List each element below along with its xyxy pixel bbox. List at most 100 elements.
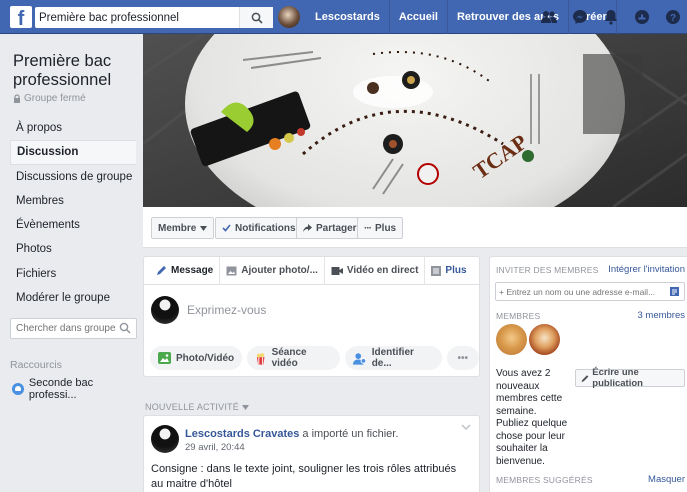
tab-live-video[interactable]: Vidéo en direct [325,256,426,285]
sidebar-item-group-chats[interactable]: Discussions de groupe [10,165,136,189]
sidebar-item-photos[interactable]: Photos [10,237,136,261]
share-button-label: Partager [316,222,357,234]
search-icon[interactable] [119,322,131,334]
live-video-icon [331,266,343,275]
post-author-name[interactable]: Lescostards Cravates [185,428,299,440]
search-button[interactable] [239,7,273,28]
more-button[interactable]: ··· Plus [357,217,404,239]
tab-message[interactable]: Message [150,256,221,285]
help-icon[interactable]: ? [664,8,682,26]
group-actions-bar: Membre Notifications Partager ··· Plus [143,207,687,248]
popcorn-icon [257,352,265,365]
tab-live-video-label: Vidéo en direct [346,265,419,276]
member-button-label: Membre [158,222,197,234]
search-box [35,7,273,28]
member-avatar[interactable] [529,324,560,355]
sidebar-item-events[interactable]: Évènements [10,213,136,237]
feed-post: Lescostards Cravates a importé un fichie… [143,415,480,492]
profile-avatar[interactable] [278,6,300,28]
more-options-icon: ••• [457,352,469,364]
suggested-members-heading: MEMBRES SUGGÉRÉS [496,475,593,485]
group-search-box [10,318,137,339]
invite-input[interactable] [499,283,661,300]
search-icon [251,12,263,24]
post-timestamp[interactable]: 29 avril, 20:44 [185,442,245,453]
members-count-link[interactable]: 3 membres [637,310,685,321]
group-navigation: À propos Discussion Discussions de group… [10,116,136,310]
tab-add-photo-label: Ajouter photo/... [241,265,318,276]
composer-actions: Photo/Vidéo Séance vidéo Identifier de..… [150,346,479,370]
member-button[interactable]: Membre [151,217,215,239]
notifications-icon[interactable] [602,8,620,26]
invite-box [495,282,685,301]
activity-sort-label: NOUVELLE ACTIVITÉ [145,402,239,412]
composer-tabs: Message Ajouter photo/... Vidéo en direc… [144,256,479,285]
cover-photo[interactable]: TCAP [143,34,687,207]
pencil-icon [157,266,166,275]
group-icon [12,383,24,395]
notifications-button-label: Notifications [235,222,296,234]
top-navigation-bar: f Lescostards Accueil Retrouver des amis… [0,0,687,34]
composer-placeholder: Exprimez-vous [187,303,267,317]
shortcuts-heading: Raccourcis [10,359,62,371]
top-icons: ? [540,8,682,26]
sidebar-item-discussion[interactable]: Discussion [10,140,136,165]
composer-input-area[interactable]: Exprimez-vous [151,296,266,324]
sidebar-item-moderate[interactable]: Modérer le groupe [10,286,136,310]
group-title[interactable]: Première bac professionnel [13,52,138,90]
dropdown-caret-icon [200,225,208,231]
video-session-button[interactable]: Séance vidéo [247,346,341,370]
checkmark-icon [222,224,231,232]
members-heading: MEMBRES [496,311,541,321]
tab-add-photo[interactable]: Ajouter photo/... [220,256,325,285]
user-avatar [151,296,179,324]
nav-profile-link[interactable]: Lescostards [306,0,390,34]
photo-video-button[interactable]: Photo/Vidéo [150,346,243,370]
invite-members-heading: INVITER DES MEMBRES [496,265,599,275]
share-arrow-icon [303,224,312,232]
tab-message-label: Message [171,265,214,276]
friends-icon[interactable] [540,8,558,26]
video-session-label: Séance vidéo [271,347,307,369]
tab-more-label: Plus [445,265,467,276]
notifications-button[interactable]: Notifications [215,217,303,239]
activity-sort[interactable]: NOUVELLE ACTIVITÉ [145,402,249,412]
search-input[interactable] [35,7,235,28]
write-post-label: Écrire une publication [592,367,643,389]
pencil-icon [581,374,589,382]
embed-invite-link[interactable]: Intégrer l'invitation [608,264,685,275]
facebook-logo-icon[interactable]: f [10,6,32,28]
group-search-input[interactable] [11,319,116,338]
sidebar-item-about[interactable]: À propos [10,116,136,140]
nav-home-link[interactable]: Accueil [390,0,448,34]
tab-more[interactable]: Plus [425,257,472,285]
left-sidebar: Première bac professionnel Groupe fermé … [0,34,143,492]
member-avatar[interactable] [496,324,527,355]
right-column: INVITER DES MEMBRES Intégrer l'invitatio… [489,256,687,492]
more-button-label: Plus [375,222,397,234]
note-icon[interactable] [669,286,680,297]
group-privacy: Groupe fermé [13,93,86,104]
tag-people-label: Identifier de... [371,347,414,369]
photo-video-icon [158,352,171,364]
photo-video-label: Photo/Vidéo [176,352,235,364]
hide-suggestions-link[interactable]: Masquer [648,474,685,485]
shortcut-label: Seconde bac professi... [28,377,94,401]
sidebar-item-members[interactable]: Membres [10,189,136,213]
tag-person-icon [353,352,367,365]
sidebar-item-files[interactable]: Fichiers [10,262,136,286]
tag-people-button[interactable]: Identifier de... [345,346,442,370]
share-button[interactable]: Partager [296,217,364,239]
messenger-icon[interactable] [571,8,589,26]
shortcut-group-link[interactable]: Seconde bac professi... [12,377,143,401]
quick-help-icon[interactable] [633,8,651,26]
post-body: Consigne : dans le texte joint, souligne… [151,463,457,490]
new-members-message: Vous avez 2 nouveaux membres cette semai… [496,368,568,467]
write-post-button[interactable]: Écrire une publication [575,367,685,389]
more-grid-icon [431,265,442,276]
composer-more-button[interactable]: ••• [446,346,479,370]
author-avatar[interactable] [151,425,179,453]
svg-text:?: ? [670,13,676,24]
chevron-down-icon[interactable] [461,424,471,431]
post-action-text: a importé un fichier. [299,428,399,440]
